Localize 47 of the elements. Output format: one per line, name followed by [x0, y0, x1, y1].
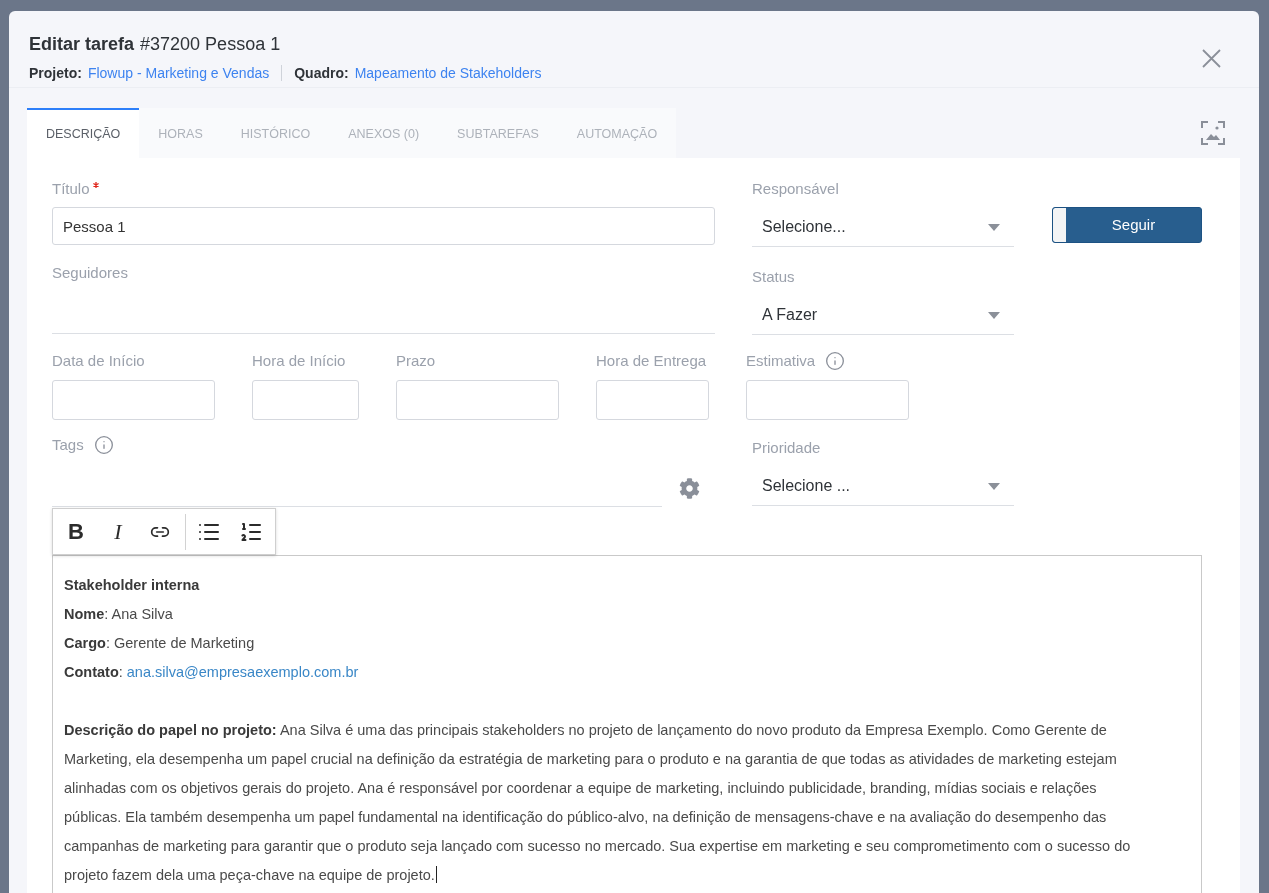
bold-button[interactable]: B — [55, 511, 97, 552]
settings-icon[interactable] — [679, 478, 700, 499]
field-label: Prioridade — [752, 438, 821, 458]
close-button[interactable] — [1200, 47, 1222, 69]
detail-line: Nome: Ana Silva — [64, 606, 173, 622]
italic-button[interactable]: I — [97, 511, 139, 552]
field-label: Status — [752, 267, 795, 287]
info-icon[interactable] — [825, 351, 846, 371]
project-label: Projeto: — [29, 64, 82, 83]
board-link[interactable]: Mapeamento de Stakeholders — [354, 63, 542, 83]
email-link[interactable]: ana.silva@empresaexemplo.com.br — [126, 664, 359, 680]
toggle-knob-icon — [1053, 208, 1066, 242]
field-label: Seguidores — [52, 263, 128, 283]
field-label: Hora de Entrega — [596, 351, 707, 371]
start-time-input[interactable] — [252, 380, 359, 420]
close-icon — [1201, 48, 1221, 68]
title-input[interactable]: Pessoa 1 — [52, 207, 715, 245]
caret-icon — [988, 482, 1000, 490]
image-icon[interactable] — [1201, 121, 1225, 145]
start-date-input[interactable] — [52, 380, 215, 420]
field-label: Título — [52, 179, 90, 199]
field-label: Prazo — [396, 351, 436, 371]
caret-icon — [988, 311, 1000, 319]
field-label: Tags — [52, 435, 84, 455]
dialog-title: Editar tarefa — [29, 33, 135, 55]
priority-select[interactable]: Selecione ... — [752, 467, 1014, 506]
delivery-time-input[interactable] — [596, 380, 709, 420]
task-name: #37200 Pessoa 1 — [140, 33, 281, 55]
project-link[interactable]: Flowup - Marketing e Vendas — [87, 63, 270, 83]
board-label: Quadro: — [294, 64, 349, 83]
field-label: Hora de Início — [252, 351, 346, 371]
contact-label: Contato: — [64, 664, 123, 680]
deadline-input[interactable] — [396, 380, 559, 420]
follow-button[interactable]: Seguir — [1052, 207, 1202, 243]
section-heading: Stakeholder interna — [64, 577, 200, 593]
detail-line: Cargo: Gerente de Marketing — [64, 635, 255, 651]
description-paragraph: Descrição do papel no projeto: Ana Silva é uma das principais stakeholders no projeto de lançamento do novo produto da Empresa Exemplo. Como Gerente de Marketing, ela desempenha um papel crucial na definição da estratégia de marketing para o produto e na garantia de que todas as atividades de marketing estejam alinhadas com os objetivos gerais do projeto. Ana é responsável por coordenar a equipe de marketing, incluindo publicidade, branding, mídias sociais e relações públicas. Ela também desempenha um papel fundamental na identificação do público-alvo, na definição de mensagens-chave e na avaliação do desempenho das campanhas de marketing para garantir que o produto seja lançado com sucesso no mercado. Sua expertise em marketing e seu comprometimento com o sucesso do projeto fazem dela uma peça-chave na equipe de projeto. — [64, 722, 1131, 883]
status-select[interactable]: A Fazer — [752, 296, 1014, 335]
estimate-input[interactable] — [746, 380, 909, 420]
info-icon[interactable] — [93, 435, 114, 455]
tab[interactable]: DESCRIÇÃO — [27, 108, 140, 158]
field-label: Data de Início — [52, 351, 145, 371]
assignee-select[interactable]: Selecione... — [752, 208, 1014, 247]
field-label: Responsável — [752, 179, 839, 199]
caret-icon — [988, 223, 1000, 231]
editor-content-box[interactable] — [52, 555, 1202, 893]
field-label: Estimativa — [746, 351, 816, 371]
